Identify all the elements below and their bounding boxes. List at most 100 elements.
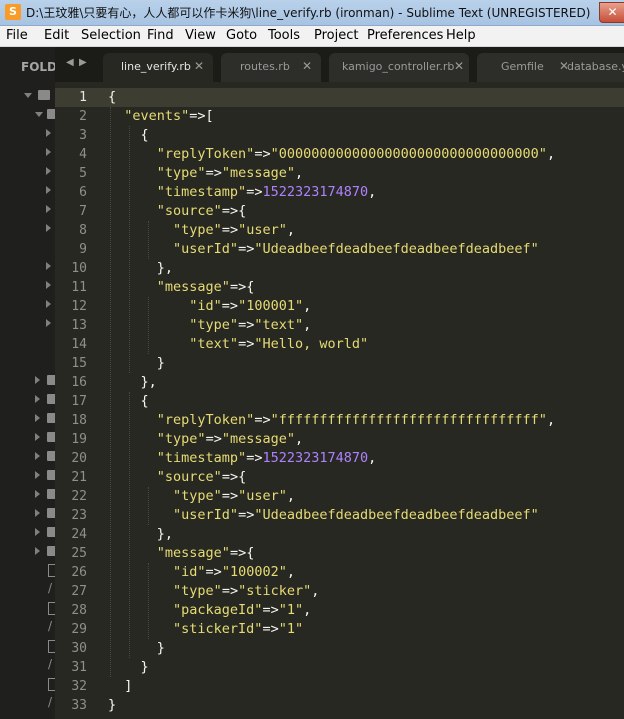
indent-guide [110,107,111,677]
line-number: 18 [71,413,87,428]
code-token: "type" [173,222,222,238]
code-token: =>{ [229,279,255,295]
tab-prev-icon[interactable]: ◀ [66,57,74,68]
code-line: "stickerId"=>"1" [108,620,303,639]
line-number: 26 [71,565,87,580]
code-token: => [221,488,239,504]
line-number: 27 [71,584,87,599]
code-token: "00000000000000000000000000000000" [270,146,547,162]
code-editor[interactable]: { "events"=>[ { "replyToken"=>"000000000… [108,82,624,719]
code-token: 1522323174870 [262,450,369,466]
menu-project[interactable]: Project [314,28,358,43]
tab-gemfile[interactable]: Gemfile ✕ [477,53,577,82]
line-number: 21 [71,470,87,485]
line-number: 3 [79,128,87,143]
tab-label: kamigo_controller.rb [342,60,455,73]
code-token: } [108,659,149,675]
code-token: "source" [156,469,222,485]
code-token: "Udeadbeefdeadbeefdeadbeefdeadbeef" [254,241,539,257]
menu-file[interactable]: File [6,28,28,43]
chevron-right-icon[interactable] [35,509,40,517]
window-close-button[interactable]: ✕ [599,2,624,23]
tab-kamigo-controller[interactable]: kamigo_controller.rb ✕ [329,53,469,82]
line-number: 10 [71,261,87,276]
tab-next-icon[interactable]: ▶ [79,57,87,68]
menu-find[interactable]: Find [147,28,174,43]
menu-view[interactable]: View [185,28,216,43]
code-token: => [205,564,222,580]
line-number: 24 [71,527,87,542]
chevron-right-icon[interactable] [35,490,40,498]
menu-preferences[interactable]: Preferences [367,28,443,43]
tab-label: line_verify.rb [121,60,191,73]
code-line: "id"=>"100002", [108,563,295,582]
code-token: "user" [238,222,287,238]
code-token: "timestamp" [156,184,247,200]
code-token: }, [108,526,174,542]
code-line: "packageId"=>"1", [108,601,311,620]
code-line: "id"=>"100001", [108,297,311,316]
code-line: "type"=>"user", [108,487,295,506]
sidebar-header: FOLD [21,60,55,74]
chevron-right-icon[interactable] [35,376,40,384]
indent-guide [148,487,149,525]
line-number: 5 [79,166,87,181]
chevron-right-icon[interactable] [35,433,40,441]
close-icon[interactable]: ✕ [454,59,464,73]
tab-label: routes.rb [240,60,290,73]
close-icon[interactable]: ✕ [302,59,312,73]
line-number: 13 [71,318,87,333]
line-number: 2 [79,109,87,124]
indent-guide [148,297,149,354]
line-number: 9 [79,242,87,257]
tab-routes[interactable]: routes.rb ✕ [221,53,321,82]
menu-goto[interactable]: Goto [226,28,257,43]
chevron-down-icon[interactable] [24,93,32,98]
menu-selection[interactable]: Selection [81,28,141,43]
menu-help[interactable]: Help [446,28,476,43]
code-line: "events"=>[ [108,107,214,126]
code-line: "type"=>"text", [108,316,311,335]
chevron-right-icon[interactable] [35,395,40,403]
chevron-right-icon[interactable] [35,528,40,536]
tab-line-verify[interactable]: line_verify.rb ✕ [103,53,213,82]
code-token: "type" [173,488,222,504]
line-number: 30 [71,641,87,656]
code-token: , [546,412,556,428]
code-line: "replyToken"=>"0000000000000000000000000… [108,145,555,164]
code-line: "type"=>"message", [108,164,303,183]
code-token: => [246,450,263,466]
code-token: "100002" [221,564,287,580]
chevron-down-icon[interactable] [35,112,43,117]
tab-label: database.yml [567,60,624,73]
line-number: 7 [79,204,87,219]
line-number: 17 [71,394,87,409]
close-icon[interactable]: ✕ [194,59,204,73]
tab-database[interactable]: database.yml [567,53,624,82]
chevron-right-icon[interactable] [35,547,40,555]
chevron-right-icon[interactable] [35,452,40,460]
code-token: "type" [173,583,222,599]
code-token: "type" [189,317,239,333]
code-token: => [246,184,263,200]
code-token: , [286,488,295,504]
line-number: 12 [71,299,87,314]
code-token: } [108,697,117,713]
code-token: "Hello, world" [254,336,369,352]
menu-tools[interactable]: Tools [268,28,300,43]
code-token: , [368,184,377,200]
window-title: D:\王玟雅\只要有心，人人都可以作卡米狗\line_verify.rb (ir… [26,6,591,20]
code-token: }, [108,374,157,390]
code-token: =>[ [189,108,214,124]
code-token: => [238,317,255,333]
chevron-right-icon[interactable] [35,414,40,422]
menu-edit[interactable]: Edit [44,28,69,43]
code-line: "userId"=>"Udeadbeefdeadbeefdeadbeefdead… [108,240,539,259]
chevron-right-icon[interactable] [35,471,40,479]
